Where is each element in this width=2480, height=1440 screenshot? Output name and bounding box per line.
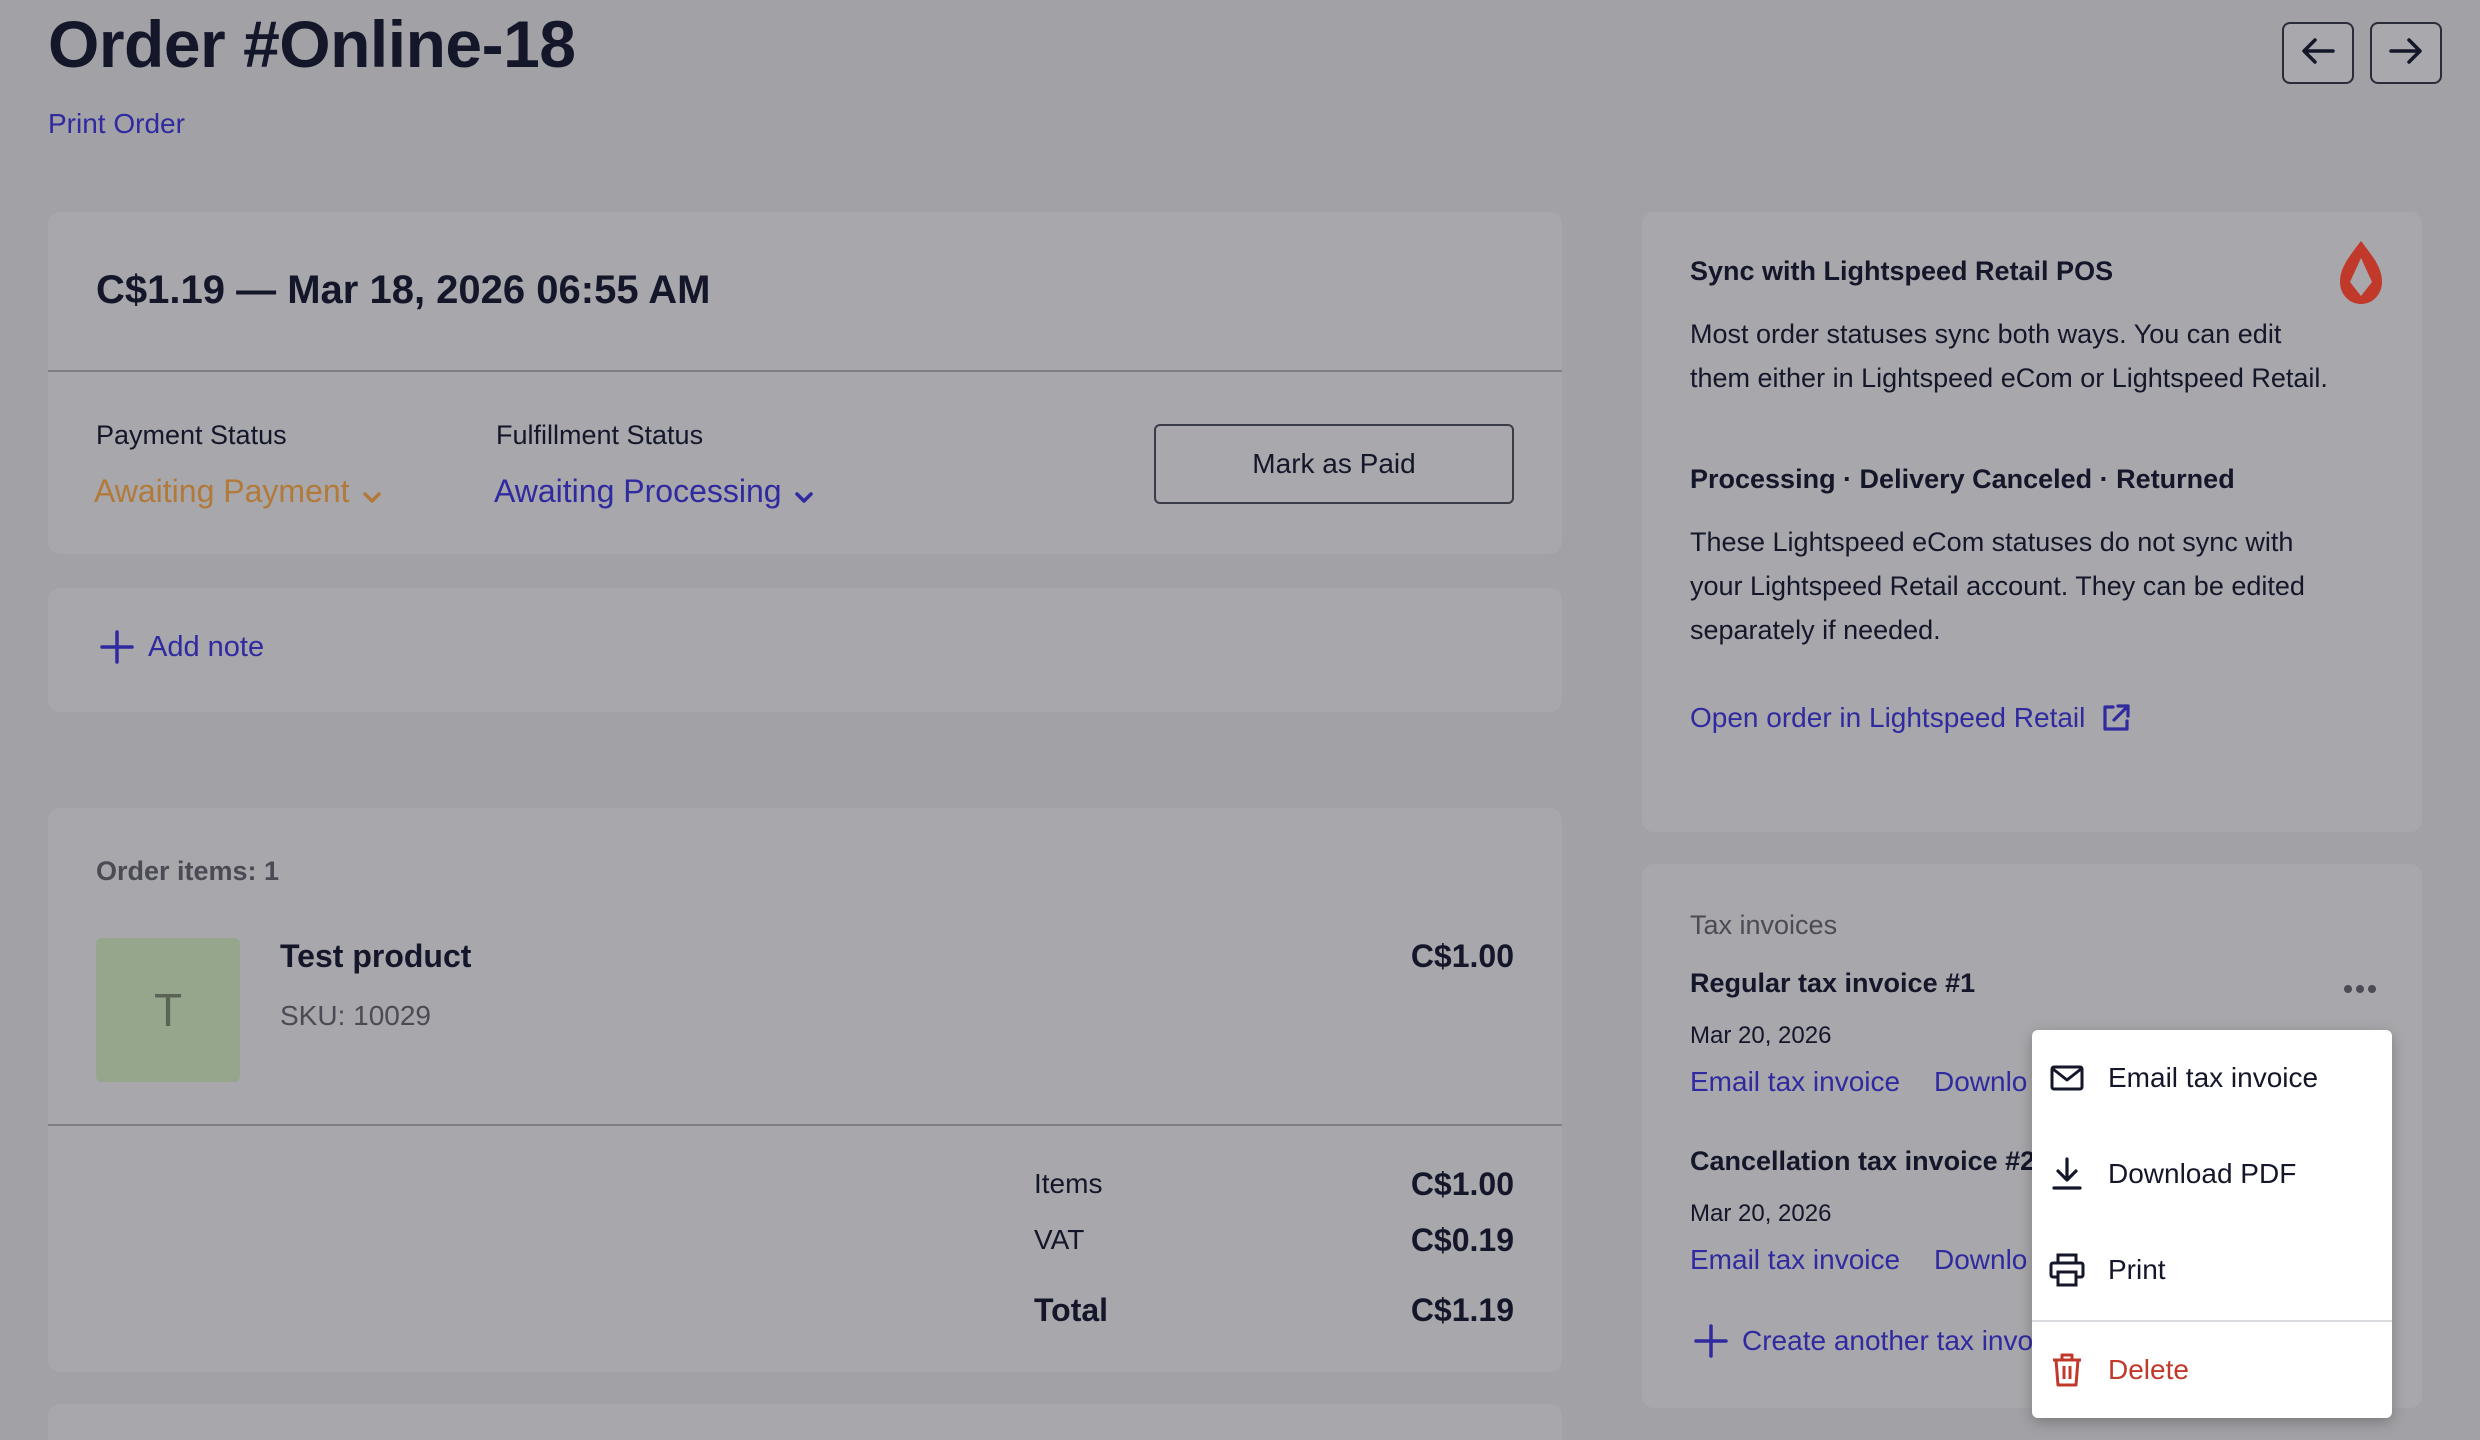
tax-invoices-heading: Tax invoices: [1690, 910, 1838, 940]
add-note-button[interactable]: Add note: [100, 630, 264, 664]
order-summary-card: C$1.19 — Mar 18, 2026 06:55 AM Payment S…: [48, 212, 1562, 554]
menu-item-download-pdf[interactable]: Download PDF: [2032, 1126, 2392, 1222]
payment-status-value: Awaiting Payment: [94, 473, 350, 509]
envelope-icon: [2048, 1059, 2086, 1097]
product-thumbnail: T: [96, 938, 240, 1082]
create-tax-invoice-button[interactable]: Create another tax invo: [1694, 1324, 2033, 1358]
chevron-down-icon: [794, 476, 814, 513]
divider: [48, 370, 1562, 372]
items-total-value: C$1.00: [1410, 1166, 1514, 1202]
items-total-label: Items: [1034, 1168, 1103, 1199]
download-link[interactable]: Downlo: [1934, 1066, 2027, 1098]
menu-item-label: Download PDF: [2108, 1158, 2297, 1189]
arrow-right-icon: [2389, 36, 2423, 71]
menu-item-label: Delete: [2108, 1354, 2189, 1385]
total-value: C$1.19: [1410, 1292, 1514, 1328]
fulfillment-status-dropdown[interactable]: Awaiting Processing: [494, 470, 814, 513]
download-icon: [2048, 1155, 2086, 1193]
payment-status-label: Payment Status: [96, 420, 287, 450]
download-link[interactable]: Downlo: [1934, 1244, 2027, 1276]
add-note-card: Add note: [48, 588, 1562, 712]
open-in-lightspeed-link[interactable]: Open order in Lightspeed Retail: [1690, 702, 2131, 734]
add-note-label: Add note: [148, 630, 265, 663]
non-sync-statuses: Processing · Delivery Canceled · Returne…: [1690, 464, 2235, 494]
payment-status-dropdown[interactable]: Awaiting Payment: [94, 470, 382, 513]
page-title: Order #Online-18: [48, 7, 576, 81]
plus-icon: [100, 630, 134, 664]
printer-icon: [2048, 1251, 2086, 1289]
product-name[interactable]: Test product: [280, 938, 471, 975]
menu-item-email-tax-invoice[interactable]: Email tax invoice: [2032, 1030, 2392, 1126]
external-link-icon: [2101, 703, 2131, 733]
menu-item-delete[interactable]: Delete: [2032, 1322, 2392, 1418]
sync-title: Sync with Lightspeed Retail POS: [1690, 256, 2114, 286]
invoice-actions-menu: Email tax invoice Download PDF Print Del…: [2032, 1030, 2392, 1418]
open-in-lightspeed-label: Open order in Lightspeed Retail: [1690, 702, 2086, 733]
mark-as-paid-button[interactable]: Mark as Paid: [1154, 424, 1514, 504]
sync-description: Most order statuses sync both ways. You …: [1690, 319, 2328, 393]
menu-item-label: Email tax invoice: [2108, 1062, 2319, 1093]
email-tax-invoice-link[interactable]: Email tax invoice: [1690, 1066, 1900, 1098]
non-sync-description: These Lightspeed eCom statuses do not sy…: [1690, 527, 2305, 645]
total-label: Total: [1034, 1292, 1109, 1328]
fulfillment-status-label: Fulfillment Status: [496, 420, 704, 450]
product-sku: SKU: 10029: [280, 1000, 431, 1031]
plus-icon: [1694, 1324, 1728, 1358]
next-order-button[interactable]: [2370, 22, 2442, 84]
menu-item-label: Print: [2108, 1254, 2166, 1285]
order-summary-heading: C$1.19 — Mar 18, 2026 06:55 AM: [96, 268, 711, 312]
create-tax-invoice-label: Create another tax invo: [1742, 1325, 2034, 1356]
next-card: [48, 1404, 1562, 1440]
product-price: C$1.00: [1410, 938, 1514, 974]
vat-label: VAT: [1034, 1224, 1085, 1255]
email-tax-invoice-link[interactable]: Email tax invoice: [1690, 1244, 1900, 1276]
invoice-date: Mar 20, 2026: [1690, 1022, 1832, 1049]
menu-item-print[interactable]: Print: [2032, 1222, 2392, 1318]
order-items-card: Order items: 1 T Test product SKU: 10029…: [48, 808, 1562, 1372]
invoice-date: Mar 20, 2026: [1690, 1200, 1832, 1227]
lightspeed-sync-card: Sync with Lightspeed Retail POS Most ord…: [1642, 212, 2422, 832]
invoice-title: Cancellation tax invoice #2: [1690, 1146, 2036, 1176]
arrow-left-icon: [2301, 36, 2335, 71]
trash-icon: [2048, 1351, 2086, 1389]
chevron-down-icon: [362, 476, 382, 513]
more-options-icon[interactable]: [2342, 982, 2378, 1000]
vat-value: C$0.19: [1410, 1222, 1514, 1258]
fulfillment-status-value: Awaiting Processing: [494, 473, 782, 509]
print-order-link[interactable]: Print Order: [48, 108, 185, 140]
divider: [48, 1124, 1562, 1126]
lightspeed-flame-icon: [2336, 238, 2386, 313]
invoice-title: Regular tax invoice #1: [1690, 968, 1976, 998]
order-items-heading: Order items: 1: [96, 856, 280, 886]
previous-order-button[interactable]: [2282, 22, 2354, 84]
